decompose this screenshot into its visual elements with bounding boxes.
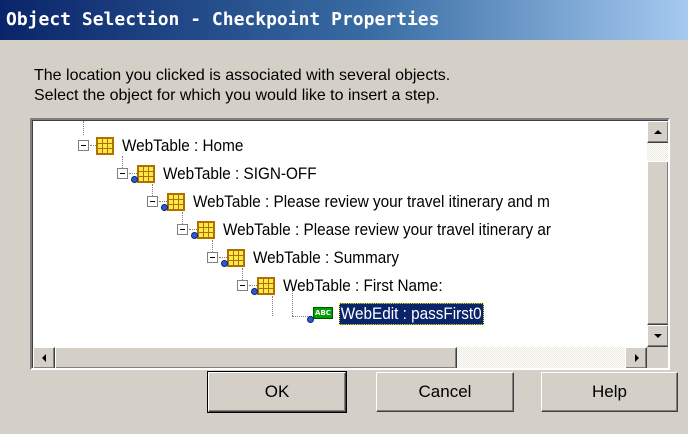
tree-node-label[interactable]: WebTable : First Name:	[283, 275, 443, 297]
vertical-scroll-thumb[interactable]	[647, 161, 668, 325]
collapse-icon[interactable]	[237, 280, 248, 291]
object-tree-viewport: WebTable : Home WebTable : SIGN-OFF WebT…	[32, 120, 668, 368]
horizontal-scrollbar[interactable]	[33, 347, 647, 368]
arrow-left-icon	[42, 354, 46, 362]
webtable-icon	[227, 249, 245, 267]
tree-node-label[interactable]: WebTable : Please review your travel iti…	[193, 191, 550, 213]
tree-node-label[interactable]: WebTable : Home	[122, 135, 243, 157]
scroll-up-button[interactable]	[647, 121, 668, 143]
arrow-right-icon	[635, 354, 639, 362]
object-badge-icon	[131, 176, 138, 183]
ok-button[interactable]: OK	[207, 371, 347, 413]
tree-node-label[interactable]: WebTable : Summary	[253, 247, 399, 269]
help-button[interactable]: Help	[541, 372, 678, 412]
webtable-icon	[167, 193, 185, 211]
object-badge-icon	[191, 232, 198, 239]
instruction-line-2: Select the object for which you would li…	[34, 87, 440, 104]
collapse-icon[interactable]	[147, 196, 158, 207]
vertical-scrollbar[interactable]	[647, 121, 668, 347]
object-badge-icon	[251, 288, 258, 295]
tree-node-label-selected[interactable]: WebEdit : passFirst0	[339, 303, 484, 325]
scroll-down-button[interactable]	[647, 325, 668, 347]
instruction-message: The location you clicked is associated w…	[34, 66, 450, 106]
webtable-icon	[96, 137, 114, 155]
object-selection-dialog: Object Selection - Checkpoint Properties…	[0, 0, 688, 434]
horizontal-scroll-thumb[interactable]	[55, 347, 457, 368]
webtable-icon	[137, 165, 155, 183]
collapse-icon[interactable]	[117, 168, 128, 179]
arrow-down-icon	[654, 334, 662, 338]
arrow-up-icon	[654, 130, 662, 134]
cancel-button[interactable]: Cancel	[376, 372, 514, 412]
scrollbar-corner	[647, 347, 668, 368]
tree-content: WebTable : Home WebTable : SIGN-OFF WebT…	[33, 121, 647, 347]
window-title-bar[interactable]: Object Selection - Checkpoint Properties	[0, 0, 688, 40]
tree-node-label[interactable]: WebTable : Please review your travel iti…	[223, 219, 551, 241]
tree-connector	[272, 296, 273, 316]
instruction-line-1: The location you clicked is associated w…	[34, 67, 451, 84]
collapse-icon[interactable]	[177, 224, 188, 235]
scroll-right-button[interactable]	[625, 347, 647, 368]
object-badge-icon	[161, 204, 168, 211]
collapse-icon[interactable]	[207, 252, 218, 263]
tree-connector	[83, 121, 84, 135]
scroll-left-button[interactable]	[33, 347, 55, 368]
webedit-icon: ABC	[313, 307, 333, 319]
collapse-icon[interactable]	[78, 140, 89, 151]
tree-connector	[129, 173, 137, 174]
tree-connector	[249, 285, 257, 286]
tree-connector	[189, 229, 197, 230]
object-badge-icon	[307, 316, 314, 323]
tree-connector	[219, 257, 227, 258]
object-tree[interactable]: WebTable : Home WebTable : SIGN-OFF WebT…	[30, 118, 670, 370]
webtable-icon	[257, 277, 275, 295]
tree-connector	[159, 201, 167, 202]
object-badge-icon	[221, 260, 228, 267]
webtable-icon	[197, 221, 215, 239]
tree-node-label[interactable]: WebTable : SIGN-OFF	[163, 163, 317, 185]
